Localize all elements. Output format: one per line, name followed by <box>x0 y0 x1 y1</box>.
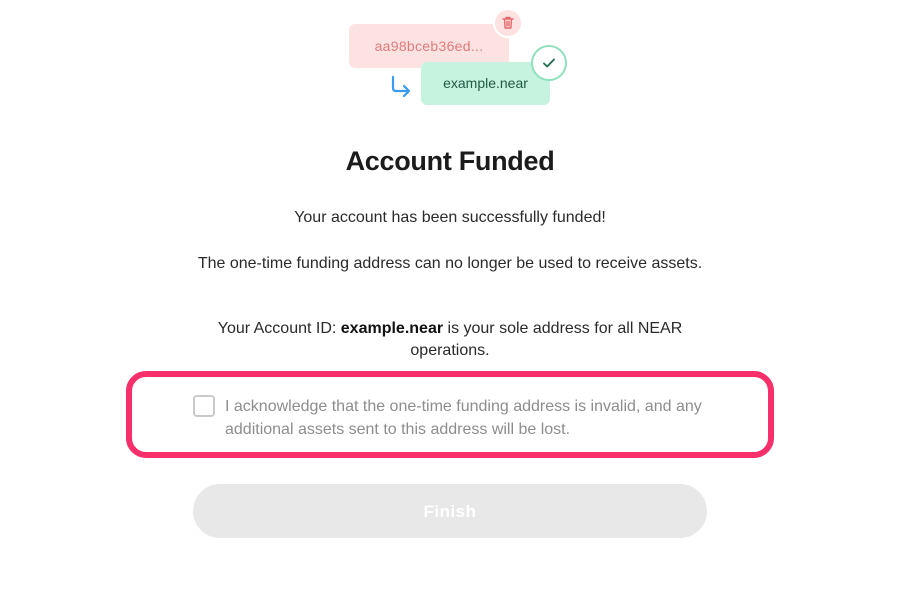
funded-message: Your account has been successfully funde… <box>294 209 606 226</box>
account-id-prefix: Your Account ID: <box>217 320 341 337</box>
arrow-down-right-icon <box>388 74 414 100</box>
account-id-notice: Your Account ID: example.near is your so… <box>180 318 720 362</box>
funding-address-notice: The one-time funding address can no long… <box>197 255 703 272</box>
account-funded-page: aa98bceb36ed... example.near Account Fun… <box>0 0 900 600</box>
account-id-value: example.near <box>340 320 444 337</box>
finish-button[interactable]: Finish <box>193 484 707 538</box>
account-id-suffix: is your sole address for all NEAR operat… <box>410 320 683 359</box>
trash-icon <box>493 8 523 38</box>
page-title: Account Funded <box>345 146 555 176</box>
acknowledgement-checkbox[interactable] <box>193 395 215 417</box>
check-icon <box>531 45 567 81</box>
new-account-id-chip: example.near <box>421 62 550 105</box>
acknowledgement-label[interactable]: I acknowledge that the one-time funding … <box>225 395 725 441</box>
